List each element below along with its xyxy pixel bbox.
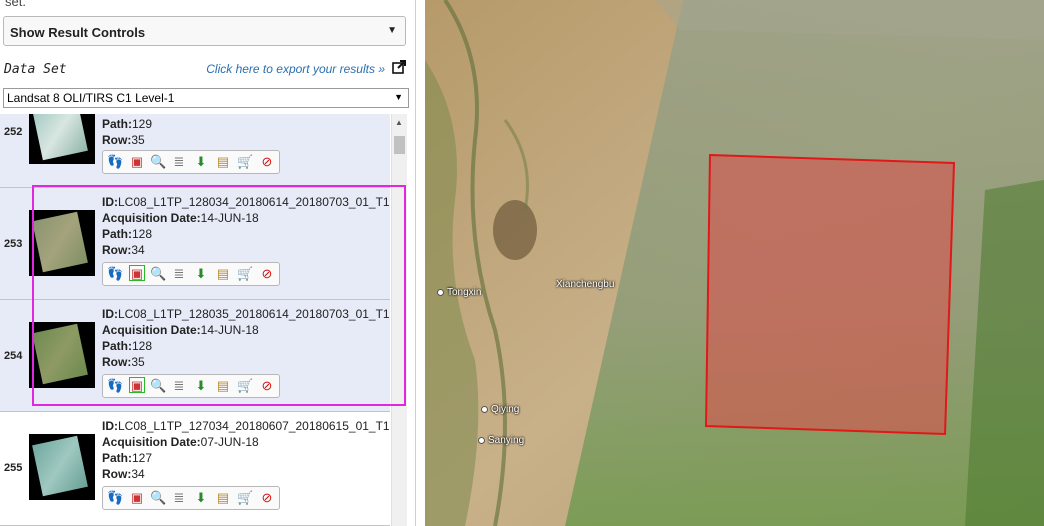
browse-overlay-icon[interactable]: ▣ <box>129 154 145 170</box>
dropdown-caret-icon: ▼ <box>387 25 397 36</box>
browse-overlay-icon[interactable]: ▣ <box>129 377 145 393</box>
result-row-255[interactable]: 255 ID:LC08_L1TP_127034_20180607_2018061… <box>0 412 390 526</box>
result-thumbnail[interactable] <box>29 434 95 500</box>
footprint-icon[interactable]: 👣 <box>107 266 123 282</box>
dark-basin <box>493 200 537 260</box>
download-icon[interactable]: ⬇ <box>193 266 209 282</box>
panel-divider[interactable] <box>415 0 425 526</box>
result-info: ID:LC08_L1TP_127034_20180607_20180615_01… <box>102 419 390 481</box>
result-number: 255 <box>4 462 23 474</box>
city-label-xianchengbu: Xianchengbu <box>556 279 615 290</box>
results-list: 252 Path:129 Row:35 👣 ▣ 🔍 ≣ ⬇ ▤ 🛒 ⊘ 253 <box>0 114 390 526</box>
city-label-sanying: Sanying <box>478 435 524 446</box>
dataset-select-value: Landsat 8 OLI/TIRS C1 Level-1 <box>7 91 175 105</box>
show-browse-icon[interactable]: 🔍 <box>150 490 166 506</box>
map-canvas <box>425 0 1044 526</box>
order-cart-icon[interactable]: 🛒 <box>237 490 253 506</box>
order-cart-icon[interactable]: 🛒 <box>237 154 253 170</box>
show-browse-icon[interactable]: 🔍 <box>150 266 166 282</box>
scrollbar-thumb[interactable] <box>394 136 405 154</box>
result-row-253[interactable]: 253 ID:LC08_L1TP_128034_20180614_2018070… <box>0 188 390 300</box>
show-result-controls-dropdown[interactable]: Show Result Controls ▼ <box>3 16 406 46</box>
result-row-252[interactable]: 252 Path:129 Row:35 👣 ▣ 🔍 ≣ ⬇ ▤ 🛒 ⊘ <box>0 114 390 188</box>
show-browse-icon[interactable]: 🔍 <box>150 378 166 394</box>
bulk-download-icon[interactable]: ▤ <box>215 378 231 394</box>
bulk-download-icon[interactable]: ▤ <box>215 490 231 506</box>
footprint-icon[interactable]: 👣 <box>107 490 123 506</box>
result-info: Path:129 Row:35 <box>102 117 153 147</box>
browse-overlay-icon[interactable]: ▣ <box>129 490 145 506</box>
result-info: ID:LC08_L1TP_128035_20180614_20180703_01… <box>102 307 390 369</box>
bulk-download-icon[interactable]: ▤ <box>215 154 231 170</box>
city-label-tongxin: Tongxin <box>437 287 481 298</box>
result-thumbnail[interactable] <box>29 114 95 164</box>
result-toolbar: 👣 ▣ 🔍 ≣ ⬇ ▤ 🛒 ⊘ <box>102 262 280 286</box>
bulk-download-icon[interactable]: ▤ <box>215 266 231 282</box>
top-text: set. <box>5 0 26 9</box>
metadata-icon[interactable]: ≣ <box>171 154 187 170</box>
exclude-icon[interactable]: ⊘ <box>259 378 275 394</box>
result-row-254[interactable]: 254 ID:LC08_L1TP_128035_20180614_2018070… <box>0 300 390 412</box>
select-caret-icon: ▼ <box>394 92 403 102</box>
scroll-up-icon[interactable]: ▲ <box>395 118 403 127</box>
result-toolbar: 👣 ▣ 🔍 ≣ ⬇ ▤ 🛒 ⊘ <box>102 486 280 510</box>
metadata-icon[interactable]: ≣ <box>171 266 187 282</box>
exclude-icon[interactable]: ⊘ <box>259 266 275 282</box>
export-results-link[interactable]: Click here to export your results » <box>206 62 385 76</box>
result-number: 253 <box>4 238 23 250</box>
external-link-icon[interactable] <box>392 60 406 74</box>
map-view[interactable]: Tongxin Xianchengbu Qiying Sanying <box>425 0 1044 526</box>
results-scrollbar[interactable]: ▲ <box>391 114 407 526</box>
result-toolbar: 👣 ▣ 🔍 ≣ ⬇ ▤ 🛒 ⊘ <box>102 150 280 174</box>
selected-scene-footprint <box>704 153 956 436</box>
download-icon[interactable]: ⬇ <box>193 154 209 170</box>
footprint-icon[interactable]: 👣 <box>107 154 123 170</box>
exclude-icon[interactable]: ⊘ <box>259 154 275 170</box>
results-panel: set. Show Result Controls ▼ Data Set Cli… <box>0 0 415 526</box>
result-thumbnail[interactable] <box>29 322 95 388</box>
result-number: 252 <box>4 126 23 138</box>
result-number: 254 <box>4 350 23 362</box>
show-browse-icon[interactable]: 🔍 <box>150 154 166 170</box>
browse-overlay-icon[interactable]: ▣ <box>129 265 145 281</box>
dataset-select[interactable]: Landsat 8 OLI/TIRS C1 Level-1 ▼ <box>3 88 409 108</box>
download-icon[interactable]: ⬇ <box>193 490 209 506</box>
order-cart-icon[interactable]: 🛒 <box>237 266 253 282</box>
metadata-icon[interactable]: ≣ <box>171 490 187 506</box>
result-thumbnail[interactable] <box>29 210 95 276</box>
result-controls-label: Show Result Controls <box>10 25 146 40</box>
footprint-icon[interactable]: 👣 <box>107 378 123 394</box>
download-icon[interactable]: ⬇ <box>193 378 209 394</box>
result-info: ID:LC08_L1TP_128034_20180614_20180703_01… <box>102 195 390 257</box>
exclude-icon[interactable]: ⊘ <box>259 490 275 506</box>
order-cart-icon[interactable]: 🛒 <box>237 378 253 394</box>
city-label-qiying: Qiying <box>481 404 519 415</box>
dataset-label: Data Set <box>4 62 67 77</box>
result-toolbar: 👣 ▣ 🔍 ≣ ⬇ ▤ 🛒 ⊘ <box>102 374 280 398</box>
metadata-icon[interactable]: ≣ <box>171 378 187 394</box>
